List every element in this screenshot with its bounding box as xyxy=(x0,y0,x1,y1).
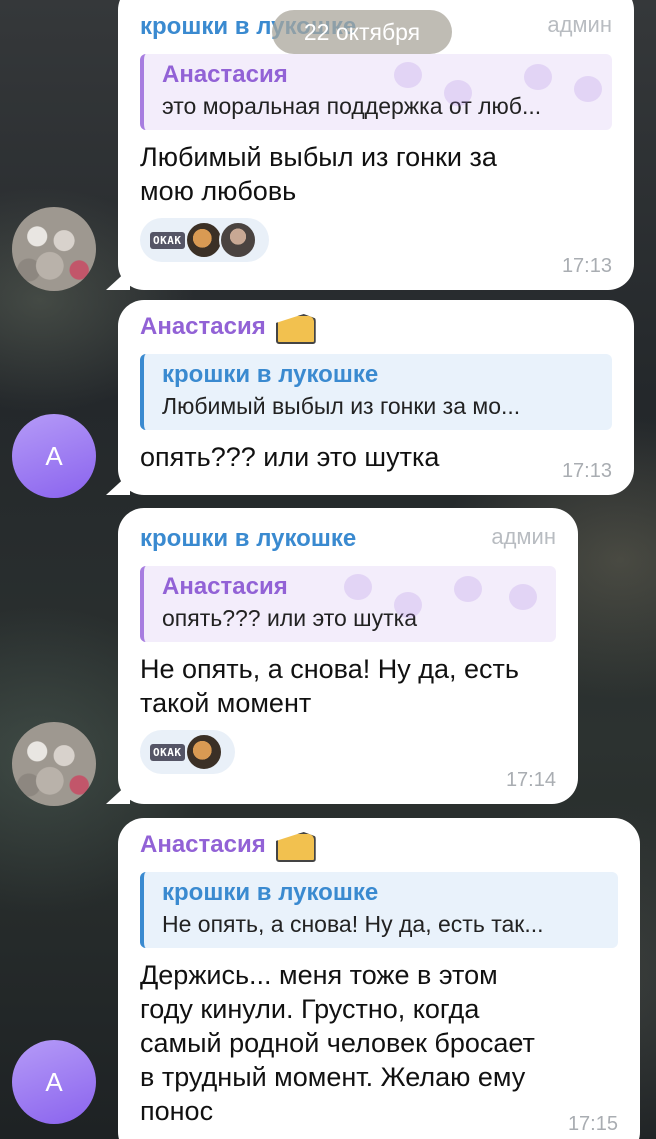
sender-name-label: Анастасия xyxy=(140,831,266,858)
reply-author: крошки в лукошке xyxy=(162,361,379,388)
okak-sticker-icon: OKAK xyxy=(150,231,185,249)
admin-role-label: админ xyxy=(491,524,556,549)
admin-role-label: админ xyxy=(547,12,612,37)
cheese-icon xyxy=(276,310,316,344)
reply-text: опять??? или это шутка xyxy=(162,605,418,631)
reply-text: Любимый выбыл из гонки за мо... xyxy=(162,393,521,419)
reaction-chip[interactable]: OKAK xyxy=(140,218,269,262)
reactor-avatar xyxy=(184,733,223,771)
message-text: Любимый выбыл из гонки за мою любовь xyxy=(140,142,497,206)
message-text: опять??? или это шутка xyxy=(140,442,440,472)
paw-pattern-icon xyxy=(454,576,482,602)
message-bubble[interactable]: Анастасия крошки в лукошке Не опять, а с… xyxy=(118,818,640,1139)
paw-pattern-icon xyxy=(509,584,537,610)
reaction-chip[interactable]: OKAK xyxy=(140,730,235,774)
sender-name[interactable]: Анастасия xyxy=(140,830,618,860)
reply-text: Не опять, а снова! Ну да, есть так... xyxy=(162,911,544,937)
paw-pattern-icon xyxy=(394,592,422,618)
date-separator: 22 октября xyxy=(272,10,452,54)
message-bubble[interactable]: крошки в лукошке админ Анастасия опять??… xyxy=(118,508,578,804)
paw-pattern-icon xyxy=(394,62,422,88)
okak-sticker-icon: OKAK xyxy=(150,743,185,761)
sender-name-label: Анастасия xyxy=(140,313,266,340)
reply-quote[interactable]: крошки в лукошке Не опять, а снова! Ну д… xyxy=(140,872,618,948)
avatar-krohski[interactable] xyxy=(12,722,96,806)
message-text: Держись... меня тоже в этом году кинули.… xyxy=(140,960,535,1126)
reactor-avatar xyxy=(184,221,223,259)
avatar-anastasia[interactable]: А xyxy=(12,1040,96,1124)
message-time: 17:13 xyxy=(561,460,612,482)
avatar-krohski[interactable] xyxy=(12,207,96,291)
message-time: 17:13 xyxy=(561,255,612,277)
paw-pattern-icon xyxy=(344,574,372,600)
message-bubble[interactable]: Анастасия крошки в лукошке Любимый выбыл… xyxy=(118,300,634,495)
message-time: 17:14 xyxy=(505,769,556,791)
avatar-anastasia[interactable]: А xyxy=(12,414,96,498)
reactor-avatar xyxy=(218,221,257,259)
message-text: Не опять, а снова! Ну да, есть такой мом… xyxy=(140,654,519,718)
sender-name[interactable]: Анастасия xyxy=(140,312,612,342)
paw-pattern-icon xyxy=(444,80,472,106)
reply-author: крошки в лукошке xyxy=(162,879,379,906)
paw-pattern-icon xyxy=(524,64,552,90)
message-time: 17:15 xyxy=(567,1113,618,1135)
reply-quote[interactable]: Анастасия это моральная поддержка от люб… xyxy=(140,54,612,130)
cheese-icon xyxy=(276,828,316,862)
reply-quote[interactable]: Анастасия опять??? или это шутка xyxy=(140,566,556,642)
paw-pattern-icon xyxy=(574,76,602,102)
reply-quote[interactable]: крошки в лукошке Любимый выбыл из гонки … xyxy=(140,354,612,430)
reply-text: это моральная поддержка от люб... xyxy=(162,93,542,119)
